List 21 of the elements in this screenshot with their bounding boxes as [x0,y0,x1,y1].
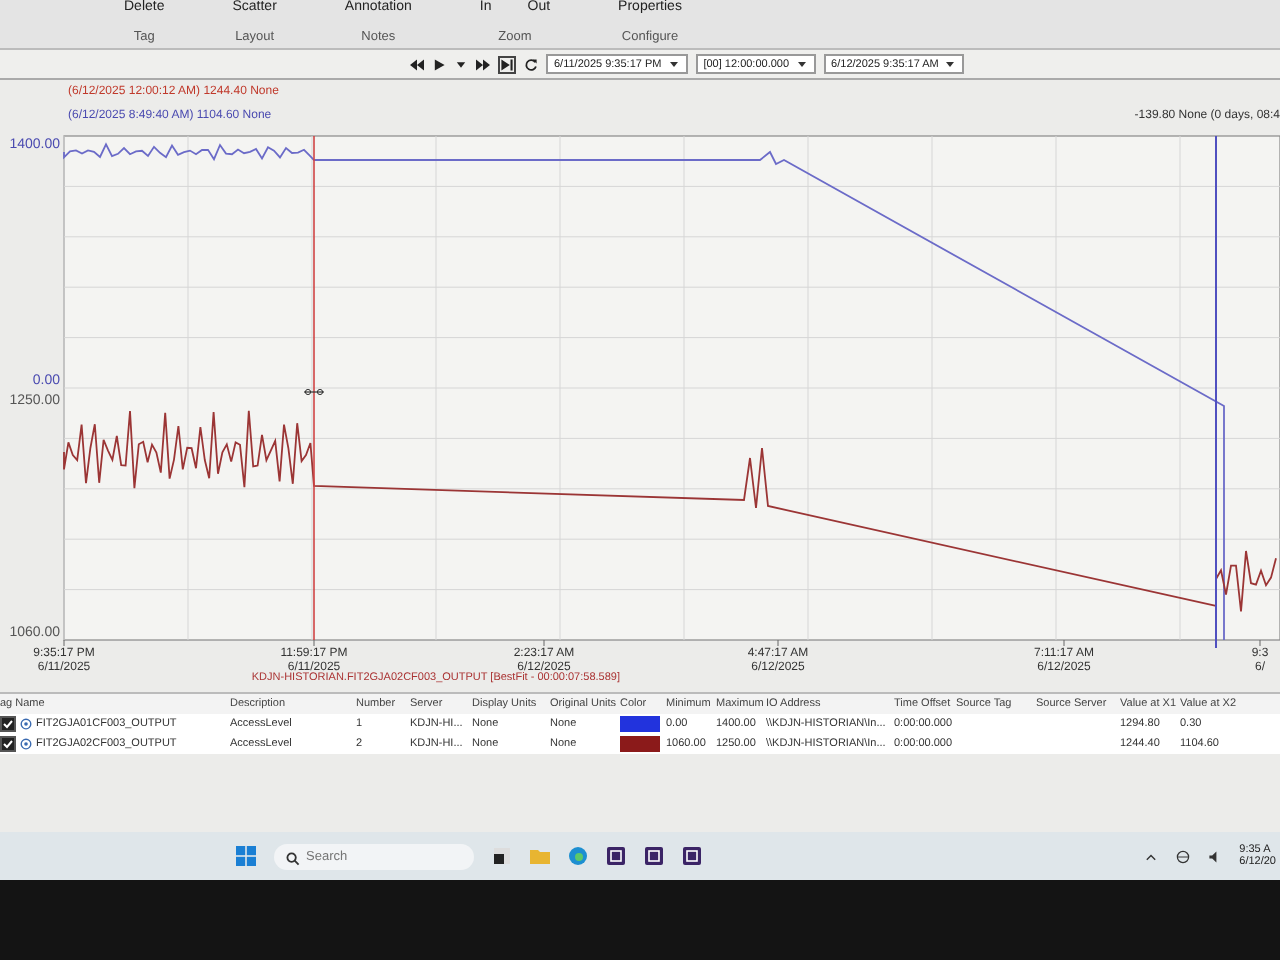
rewind-icon[interactable] [410,57,424,71]
speaker-icon[interactable] [1207,849,1222,863]
dropdown-arrow-icon[interactable] [944,57,957,70]
dropdown-arrow-icon[interactable] [454,57,468,71]
dropdown-arrow-icon[interactable] [667,57,680,70]
checkbox[interactable] [0,716,16,732]
skip-to-end-icon[interactable] [498,55,516,73]
browser-icon[interactable] [568,846,588,866]
globe-icon[interactable] [1175,849,1190,863]
color-swatch[interactable] [620,716,660,732]
fast-forward-icon[interactable] [476,57,490,71]
app-icon[interactable] [492,846,512,866]
search-icon [286,851,300,865]
crosshair-icon[interactable] [303,388,325,396]
checkbox[interactable] [0,736,16,752]
chevron-up-icon[interactable] [1143,849,1158,863]
color-swatch[interactable] [620,736,660,752]
play-icon[interactable] [432,57,446,71]
windows-logo-icon[interactable] [236,846,256,866]
refresh-icon[interactable] [524,57,538,71]
dropdown-arrow-icon[interactable] [795,57,808,70]
